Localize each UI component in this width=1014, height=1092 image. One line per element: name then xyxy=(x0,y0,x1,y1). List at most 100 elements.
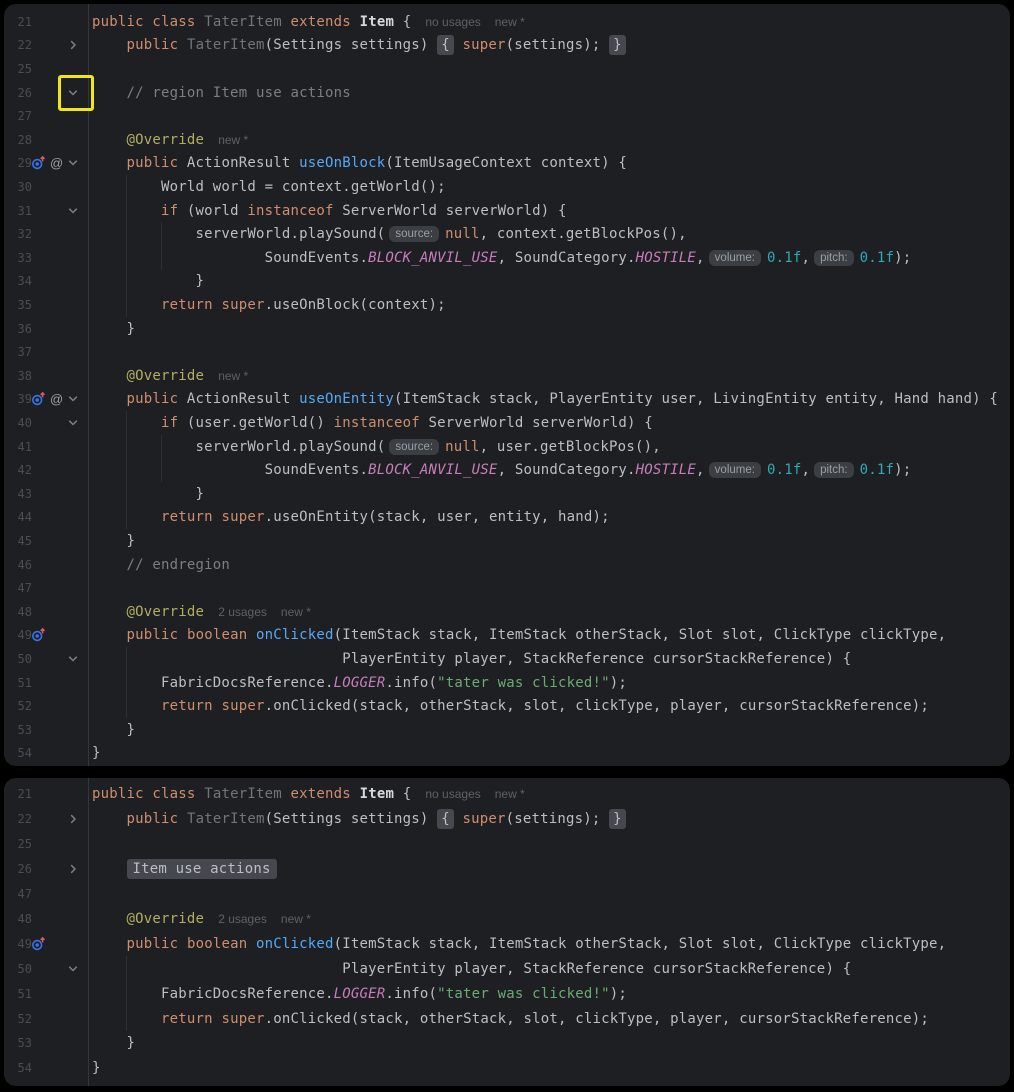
code-text[interactable]: FabricDocsReference.LOGGER.info("tater w… xyxy=(92,675,1008,691)
line-number[interactable]: 52 xyxy=(10,1012,32,1026)
override-icon[interactable] xyxy=(31,627,47,643)
line-number[interactable]: 46 xyxy=(10,558,32,572)
line-number[interactable]: 25 xyxy=(10,62,32,76)
line-number[interactable]: 50 xyxy=(10,652,32,666)
line-number[interactable]: 51 xyxy=(10,987,32,1001)
code-text[interactable]: return super.useOnBlock(context); xyxy=(92,297,1008,313)
line-number[interactable]: 21 xyxy=(10,787,32,801)
override-icon[interactable] xyxy=(31,155,47,171)
line-number[interactable]: 26 xyxy=(10,86,32,100)
code-text[interactable]: public ActionResult useOnBlock(ItemUsage… xyxy=(92,155,1008,171)
code-text[interactable]: public TaterItem(Settings settings) { su… xyxy=(92,37,1008,53)
line-number[interactable]: 54 xyxy=(10,746,32,760)
line-number[interactable]: 26 xyxy=(10,862,32,876)
fold-chevron-right-icon[interactable] xyxy=(69,863,78,875)
line-number[interactable]: 21 xyxy=(10,15,32,29)
code-line: 50 PlayerEntity player, StackReference c… xyxy=(4,956,1010,981)
fold-chevron-down-icon[interactable] xyxy=(67,159,79,168)
override-icon[interactable] xyxy=(31,391,47,407)
fold-chevron-right-icon[interactable] xyxy=(69,813,78,825)
line-number[interactable]: 44 xyxy=(10,510,32,524)
line-number[interactable]: 40 xyxy=(10,416,32,430)
line-number[interactable]: 36 xyxy=(10,322,32,336)
token-keyword: public xyxy=(127,391,179,407)
line-number[interactable]: 48 xyxy=(10,912,32,926)
code-text[interactable]: } xyxy=(92,273,1008,289)
code-text[interactable]: public ActionResult useOnEntity(ItemStac… xyxy=(92,391,1008,407)
line-number[interactable]: 43 xyxy=(10,487,32,501)
code-text[interactable]: public TaterItem(Settings settings) { su… xyxy=(92,811,1008,827)
code-text[interactable]: // region Item use actions xyxy=(92,85,1008,101)
code-text[interactable]: } xyxy=(92,533,1008,549)
line-number[interactable]: 41 xyxy=(10,440,32,454)
line-number[interactable]: 49 xyxy=(10,937,32,951)
line-number[interactable]: 52 xyxy=(10,699,32,713)
code-text[interactable]: public class TaterItem extends Item {no … xyxy=(92,14,1008,30)
code-text[interactable]: FabricDocsReference.LOGGER.info("tater w… xyxy=(92,986,1008,1002)
fold-chevron-right-icon[interactable] xyxy=(69,39,78,51)
annotation-icon[interactable]: @ xyxy=(50,392,63,407)
line-number[interactable]: 33 xyxy=(10,251,32,265)
fold-chevron-down-icon[interactable] xyxy=(67,418,79,427)
code-text[interactable]: return super.onClicked(stack, otherStack… xyxy=(92,1011,1008,1027)
line-number[interactable]: 50 xyxy=(10,962,32,976)
code-text[interactable]: if (world instanceof ServerWorld serverW… xyxy=(92,203,1008,219)
code-text[interactable]: } xyxy=(92,1060,1008,1076)
code-text[interactable]: @Overridenew * xyxy=(92,368,1008,384)
override-icon[interactable] xyxy=(31,936,47,952)
line-number[interactable]: 28 xyxy=(10,133,32,147)
line-number[interactable]: 34 xyxy=(10,274,32,288)
code-text[interactable]: @Override2 usagesnew * xyxy=(92,604,1008,620)
line-number[interactable]: 22 xyxy=(10,812,32,826)
line-number[interactable]: 47 xyxy=(10,887,32,901)
annotation-icon[interactable]: @ xyxy=(50,156,63,171)
line-number[interactable]: 31 xyxy=(10,204,32,218)
line-number[interactable]: 49 xyxy=(10,628,32,642)
code-text[interactable]: public boolean onClicked(ItemStack stack… xyxy=(92,627,1008,643)
code-text[interactable]: if (user.getWorld() instanceof ServerWor… xyxy=(92,415,1008,431)
code-text[interactable]: serverWorld.playSound(source:null, user.… xyxy=(92,439,1008,455)
line-number[interactable]: 54 xyxy=(10,1061,32,1075)
line-number[interactable]: 22 xyxy=(10,38,32,52)
line-number[interactable]: 35 xyxy=(10,298,32,312)
line-number[interactable]: 51 xyxy=(10,676,32,690)
code-text[interactable]: } xyxy=(92,321,1008,337)
line-number[interactable]: 45 xyxy=(10,534,32,548)
code-text[interactable]: SoundEvents.BLOCK_ANVIL_USE, SoundCatego… xyxy=(92,462,1008,478)
fold-chevron-down-icon[interactable] xyxy=(67,206,79,215)
fold-chevron-down-icon[interactable] xyxy=(67,654,79,663)
code-text[interactable]: } xyxy=(92,745,1008,761)
line-number[interactable]: 25 xyxy=(10,837,32,851)
code-text[interactable]: } xyxy=(92,486,1008,502)
line-number[interactable]: 48 xyxy=(10,605,32,619)
code-text[interactable]: World world = context.getWorld(); xyxy=(92,179,1008,195)
line-number[interactable]: 42 xyxy=(10,463,32,477)
code-text[interactable]: } xyxy=(92,722,1008,738)
line-number[interactable]: 53 xyxy=(10,723,32,737)
line-number[interactable]: 47 xyxy=(10,581,32,595)
line-number[interactable]: 27 xyxy=(10,109,32,123)
code-text[interactable]: SoundEvents.BLOCK_ANVIL_USE, SoundCatego… xyxy=(92,250,1008,266)
line-number[interactable]: 32 xyxy=(10,227,32,241)
code-text[interactable]: Item use actions xyxy=(92,861,1008,877)
line-number[interactable]: 37 xyxy=(10,345,32,359)
code-text[interactable]: public boolean onClicked(ItemStack stack… xyxy=(92,936,1008,952)
line-number[interactable]: 38 xyxy=(10,369,32,383)
code-text[interactable]: // endregion xyxy=(92,557,1008,573)
code-text[interactable]: serverWorld.playSound(source:null, conte… xyxy=(92,226,1008,242)
code-text[interactable]: } xyxy=(92,1035,1008,1051)
code-text[interactable]: return super.onClicked(stack, otherStack… xyxy=(92,698,1008,714)
code-text[interactable]: PlayerEntity player, StackReference curs… xyxy=(92,651,1008,667)
fold-chevron-down-icon[interactable] xyxy=(67,964,79,973)
line-number[interactable]: 29 xyxy=(10,156,32,170)
line-number[interactable]: 39 xyxy=(10,392,32,406)
line-number[interactable]: 30 xyxy=(10,180,32,194)
code-text[interactable]: public class TaterItem extends Item {no … xyxy=(92,786,1008,802)
fold-chevron-down-icon[interactable] xyxy=(67,395,79,404)
code-text[interactable]: @Override2 usagesnew * xyxy=(92,911,1008,927)
code-text[interactable]: @Overridenew * xyxy=(92,132,1008,148)
line-number[interactable]: 53 xyxy=(10,1036,32,1050)
fold-chevron-down-icon[interactable] xyxy=(67,88,79,97)
code-text[interactable]: return super.useOnEntity(stack, user, en… xyxy=(92,509,1008,525)
code-text[interactable]: PlayerEntity player, StackReference curs… xyxy=(92,961,1008,977)
